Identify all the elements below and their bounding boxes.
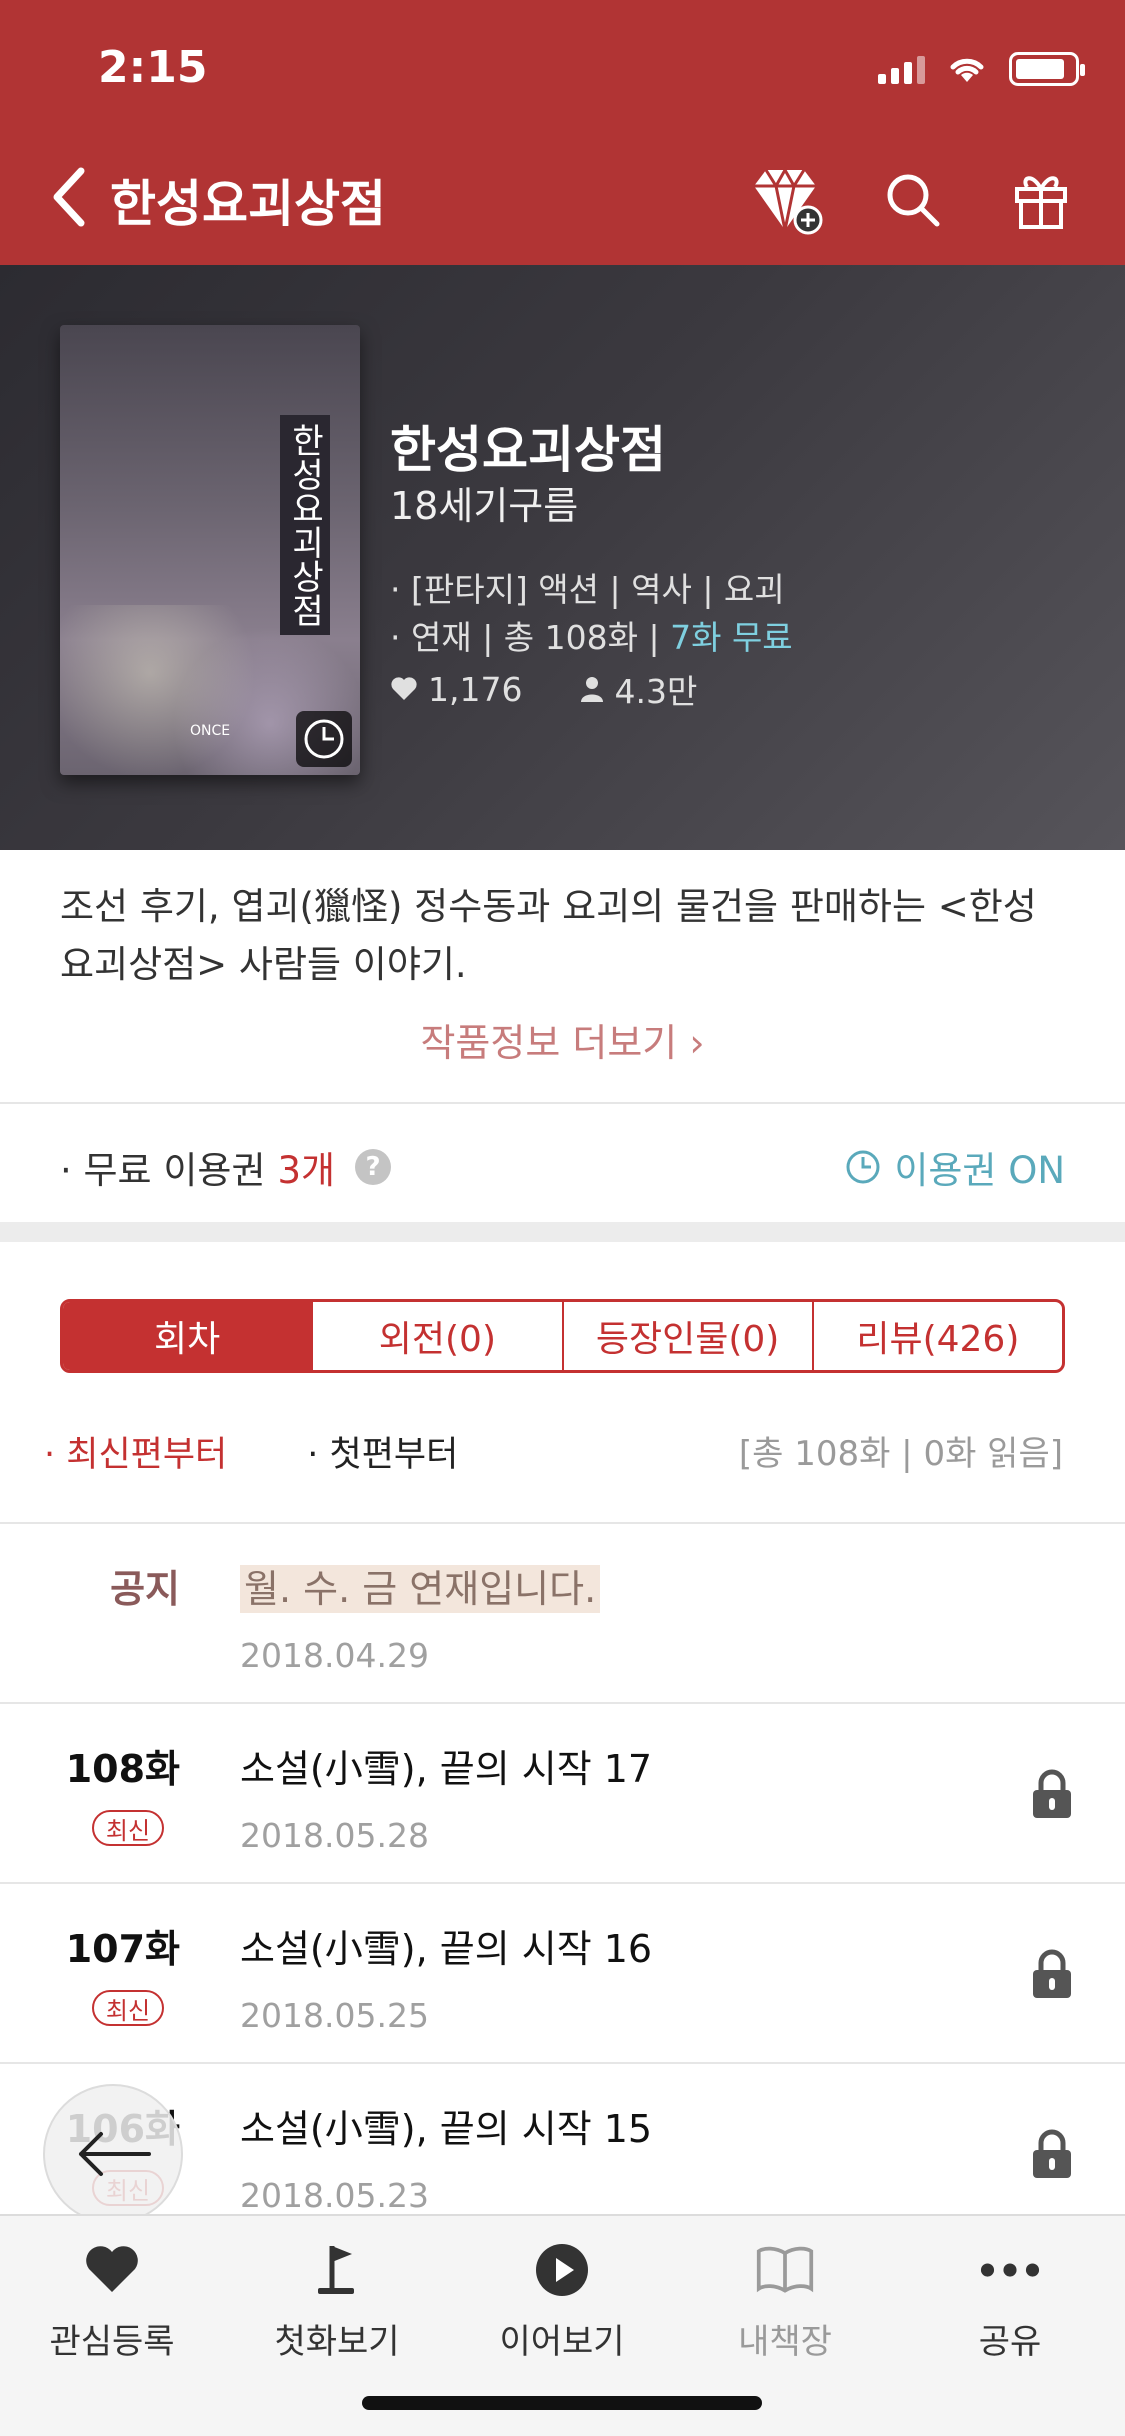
serial-info-text: · 연재 | 총 108화 | (390, 618, 671, 657)
lock-icon (1033, 2129, 1071, 2178)
bottom-item-label: 내책장 (738, 2322, 832, 2362)
more-icon (980, 2240, 1040, 2300)
book-icon (755, 2240, 815, 2300)
help-icon[interactable]: ? (355, 1149, 392, 1185)
likes-stat: 1,176 (390, 665, 522, 713)
episode-date: 2018.05.23 (240, 2176, 429, 2215)
episode-row[interactable]: 108화 최신 소설(小雪), 끝의 시작 17 2018.05.28 (0, 1704, 1125, 1884)
notice-label: 공지 (110, 1567, 180, 1611)
bottom-item-bookshelf[interactable]: 내책장 (700, 2240, 870, 2363)
bottom-item-favorite[interactable]: 관심등록 (27, 2240, 197, 2363)
free-coupon-info: · 무료 이용권 3개 ? (60, 1140, 392, 1194)
sort-options: · 최신편부터 · 첫편부터 (44, 1426, 458, 1477)
battery-icon (1009, 52, 1085, 86)
section-separator (0, 1222, 1125, 1242)
flag-icon (307, 2240, 367, 2300)
coupon-count: 3개 (277, 1149, 336, 1192)
readers-stat: 4.3만 (580, 665, 697, 713)
episode-title: 소설(小雪), 끝의 시작 17 (240, 1747, 653, 1791)
status-time: 2:15 (98, 42, 208, 93)
notice-title: 월. 수. 금 연재입니다. (240, 1558, 601, 1613)
home-indicator (362, 2396, 762, 2410)
new-badge: 최신 (92, 1990, 164, 2026)
book-stats: 1,176 4.3만 (390, 665, 697, 713)
arrow-left-icon (79, 2132, 151, 2176)
tab-characters[interactable]: 등장인물(0) (561, 1302, 812, 1370)
diamond-plus-icon (754, 166, 823, 235)
bottom-item-continue[interactable]: 이어보기 (477, 2240, 647, 2363)
bottom-item-label: 공유 (978, 2322, 1042, 2362)
clock-icon (846, 1150, 880, 1184)
bottom-item-label: 관심등록 (49, 2322, 175, 2362)
search-button[interactable] (873, 160, 953, 240)
episode-date: 2018.05.25 (240, 1996, 429, 2035)
diamond-charge-button[interactable] (745, 160, 825, 240)
tab-side-stories[interactable]: 외전(0) (311, 1302, 561, 1370)
episode-date: 2018.05.28 (240, 1816, 429, 1855)
episode-title: 소설(小雪), 끝의 시작 15 (240, 2107, 653, 2151)
floating-back-button[interactable] (43, 2084, 183, 2224)
heart-icon (82, 2240, 142, 2300)
clock-icon (296, 711, 352, 767)
back-button[interactable] (44, 165, 94, 229)
book-author: 18세기구름 (390, 484, 579, 528)
book-genre: · [판타지] 액션 | 역사 | 요괴 (390, 570, 785, 609)
bottom-item-label: 이어보기 (499, 2322, 625, 2362)
episode-number: 108화 (65, 1747, 180, 1791)
content-tabs: 회차 외전(0) 등장인물(0) 리뷰(426) (60, 1299, 1065, 1373)
chevron-left-icon (53, 167, 85, 227)
cover-title: 한성요괴상점 (280, 415, 330, 635)
page-title: 한성요괴상점 (110, 175, 386, 233)
bottom-item-label: 첫화보기 (274, 2322, 400, 2362)
episode-total-info: [총 108화 | 0화 읽음] (738, 1434, 1063, 1474)
wifi-icon (950, 58, 984, 82)
sort-first[interactable]: · 첫편부터 (307, 1426, 458, 1477)
top-bar: 2:15 한성요괴상점 (0, 0, 1125, 265)
episode-title: 소설(小雪), 끝의 시작 16 (240, 1927, 653, 1971)
free-episodes: 7화 무료 (670, 618, 793, 657)
episode-number: 107화 (65, 1927, 180, 1971)
tab-episodes[interactable]: 회차 (63, 1302, 312, 1370)
likes-count: 1,176 (428, 669, 523, 709)
bottom-item-share[interactable]: 공유 (925, 2240, 1095, 2363)
notice-date: 2018.04.29 (240, 1636, 429, 1675)
book-serial-info: · 연재 | 총 108화 | 7화 무료 (390, 611, 793, 659)
cover-brand: ONCE (190, 723, 231, 739)
heart-icon (391, 677, 417, 700)
bottom-item-first-episode[interactable]: 첫화보기 (252, 2240, 422, 2363)
more-info-link[interactable]: 작품정보 더보기 › (0, 1012, 1125, 1067)
notice-title-text: 월. 수. 금 연재입니다. (240, 1565, 601, 1613)
lock-icon (1033, 1949, 1071, 1998)
cellular-signal-icon (878, 54, 925, 84)
book-cover[interactable]: 한성요괴상점 ONCE (60, 325, 360, 775)
book-description: 조선 후기, 엽괴(獵怪) 정수동과 요괴의 물건을 판매하는 <한성요괴상점>… (60, 885, 1037, 986)
tab-reviews[interactable]: 리뷰(426) (811, 1302, 1062, 1370)
book-title: 한성요괴상점 (390, 421, 666, 479)
notice-row[interactable]: 공지 월. 수. 금 연재입니다. 2018.04.29 (0, 1524, 1125, 1704)
coupon-label: · 무료 이용권 (60, 1149, 266, 1192)
sort-newest[interactable]: · 최신편부터 (44, 1426, 227, 1477)
nav-actions (745, 160, 1081, 240)
play-icon (532, 2240, 592, 2300)
person-icon (581, 677, 604, 702)
readers-count: 4.3만 (614, 672, 698, 711)
divider (0, 1102, 1125, 1104)
search-icon (887, 174, 940, 227)
coupon-status: 이용권 ON (894, 1149, 1065, 1192)
new-badge: 최신 (92, 1810, 164, 1846)
episode-row[interactable]: 107화 최신 소설(小雪), 끝의 시작 16 2018.05.25 (0, 1884, 1125, 2064)
coupon-on-toggle[interactable]: 이용권 ON (844, 1140, 1065, 1194)
gift-button[interactable] (1001, 160, 1081, 240)
gift-icon (1015, 176, 1067, 229)
book-hero: 한성요괴상점 ONCE 한성요괴상점 18세기구름 · [판타지] 액션 | 역… (0, 265, 1125, 850)
status-icons (878, 52, 1085, 86)
lock-icon (1033, 1769, 1071, 1818)
